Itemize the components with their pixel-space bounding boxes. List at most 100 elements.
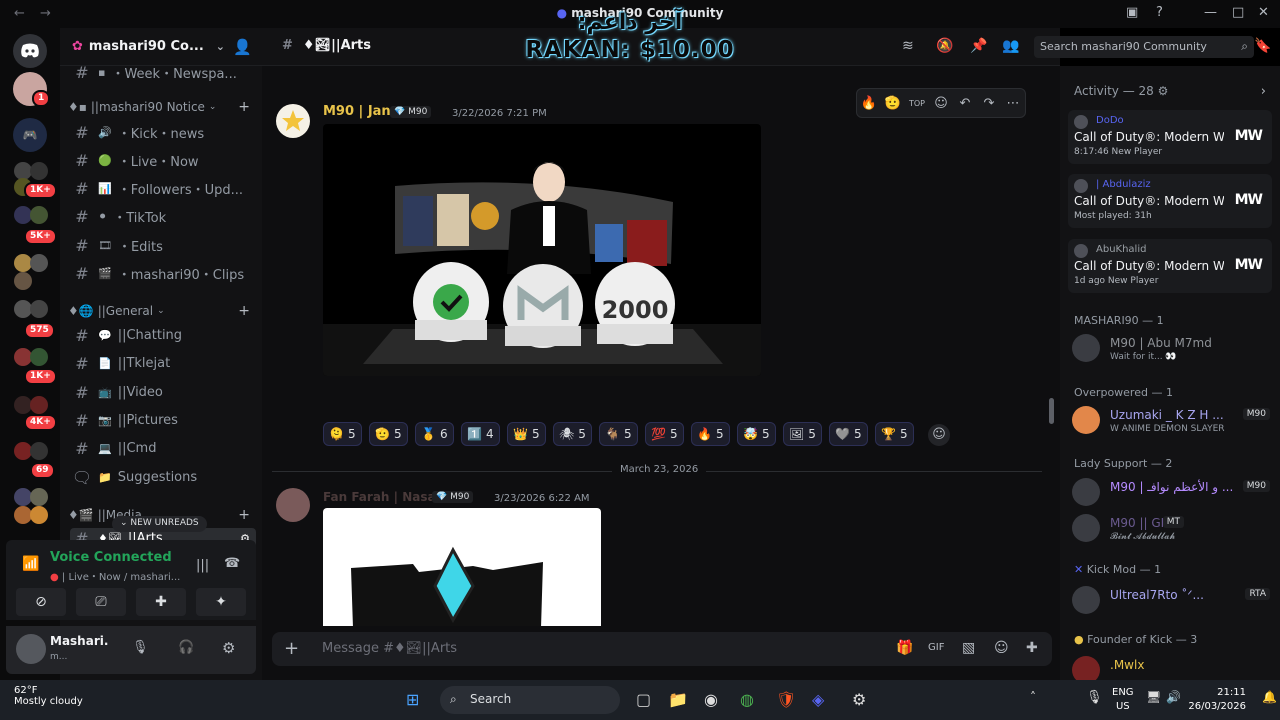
channel-chatting[interactable]: # 💬 ||Chatting <box>70 323 256 347</box>
chrome-icon[interactable]: ◍ <box>740 690 754 709</box>
channel-week-newspaper[interactable]: # ▪ ・Week・Newspa... <box>70 60 256 84</box>
threads-icon[interactable]: ≋ <box>902 38 914 54</box>
file-explorer-icon[interactable]: 📁 <box>668 690 688 709</box>
channel-live-now[interactable]: # 🟢 ・Live・Now <box>70 148 256 172</box>
microphone-tray-icon[interactable]: 🎙 <box>1086 690 1103 705</box>
clock[interactable]: 21:11 26/03/2026 <box>1188 686 1246 714</box>
language-indicator[interactable]: ENG US <box>1112 686 1134 714</box>
server-icon[interactable] <box>30 206 48 224</box>
microphone-icon[interactable]: 🎙 <box>132 640 149 655</box>
search-input[interactable]: Search mashari90 Community ⌕ <box>1034 36 1254 58</box>
reaction-chip[interactable]: 🕷 5 <box>553 422 592 446</box>
server-icon[interactable] <box>30 300 48 318</box>
tray-chevron-icon[interactable]: ˄ <box>1030 690 1036 704</box>
member-item[interactable]: M90 || GH 𝓑𝓲𝓷𝓽 𝓐𝓫𝓭𝓾𝓵𝓵𝓪𝓱 MT <box>1072 512 1276 548</box>
screen-share-button[interactable]: ⎚ <box>76 588 126 616</box>
reaction-chip[interactable]: 🏆 5 <box>875 422 914 446</box>
channel-pictures[interactable]: # 📷 ||Pictures <box>70 408 256 432</box>
channel-kick-news[interactable]: # 🔊 ・Kick・news <box>70 120 256 144</box>
gif-icon[interactable]: GIF <box>928 642 944 653</box>
forward-icon[interactable]: ↷ <box>977 96 1001 111</box>
steam-icon[interactable]: ⚙ <box>852 690 866 709</box>
activity-card[interactable]: AbuKhalid Call of Duty®: Modern Warf... … <box>1068 239 1272 293</box>
channel-tiktok[interactable]: # ⚫ ・TikTok <box>70 204 256 228</box>
reaction-chip[interactable]: 🫠 5 <box>323 422 362 446</box>
message-image[interactable] <box>323 508 601 626</box>
server-icon[interactable] <box>30 396 48 414</box>
more-options-icon[interactable]: ⋯ <box>1001 96 1025 111</box>
inbox-icon[interactable]: ▣ <box>1126 5 1138 20</box>
windows-start-icon[interactable]: ⊞ <box>406 690 419 709</box>
member-item[interactable]: Ultreal7Rto ˚ᐟ... RTA <box>1072 584 1276 620</box>
server-icon[interactable] <box>30 506 48 524</box>
category-notice[interactable]: ♦▪ ||mashari90 Notice ⌄ + <box>68 98 254 116</box>
reply-icon[interactable]: ↶ <box>953 96 977 111</box>
channel-tklejat[interactable]: # 📄 ||Tklejat <box>70 351 256 375</box>
server-icon[interactable] <box>30 348 48 366</box>
add-attachment-icon[interactable]: + <box>284 638 299 659</box>
reaction-chip[interactable]: 👑 5 <box>507 422 546 446</box>
discord-taskbar-icon[interactable]: ◈ <box>812 690 824 709</box>
settings-icon[interactable]: ⚙ <box>1158 84 1169 98</box>
obs-icon[interactable]: ◉ <box>704 690 718 709</box>
channel-video[interactable]: # 📺 ||Video <box>70 380 256 404</box>
activity-card[interactable]: DoDo Call of Duty®: Modern Warf... 8:17:… <box>1068 110 1272 164</box>
inbox-bookmark-icon[interactable]: 🔖 <box>1254 38 1271 54</box>
brave-icon[interactable]: 🛡 <box>776 690 796 709</box>
disconnect-icon[interactable]: ☎ <box>224 556 240 571</box>
notifications-icon[interactable]: 🔔 <box>1262 690 1277 704</box>
noise-suppression-icon[interactable]: ||| <box>196 558 209 573</box>
server-icon[interactable] <box>30 442 48 460</box>
network-icon[interactable]: 🖥 <box>1146 690 1161 704</box>
salute-reaction-icon[interactable]: 🫡 <box>881 96 905 111</box>
add-channel-icon[interactable]: + <box>238 99 250 115</box>
top-reaction-icon[interactable]: TOP <box>905 99 929 108</box>
server-icon[interactable] <box>14 272 32 290</box>
member-item[interactable]: M90 | Abu M7md Wait for it... 👀 <box>1072 332 1276 368</box>
reaction-chip[interactable]: 🔥 5 <box>691 422 730 446</box>
member-item[interactable]: .Mwlx <box>1072 654 1276 680</box>
server-icon[interactable] <box>30 254 48 272</box>
chevron-right-icon[interactable]: › <box>1261 84 1266 99</box>
voice-channel[interactable]: ● | Live・Now / mashari... <box>50 568 180 583</box>
soundboard-button[interactable]: ✦ <box>196 588 246 616</box>
gift-icon[interactable]: 🎁 <box>896 640 913 656</box>
task-view-icon[interactable]: ▢ <box>636 690 651 709</box>
message-author[interactable]: Fan Farah | Nasaal <box>323 490 448 504</box>
user-name[interactable]: Mashari. <box>50 634 108 648</box>
signal-icon[interactable]: 📶 <box>22 556 39 572</box>
weather-widget[interactable]: 62°F Mostly cloudy <box>14 685 83 707</box>
reaction-chip[interactable]: 🩶 5 <box>829 422 868 446</box>
add-reaction-icon[interactable]: ☺ <box>928 424 950 446</box>
channel-suggestions[interactable]: 🗨 📁 Suggestions <box>70 465 256 489</box>
reaction-chip[interactable]: 1️⃣ 4 <box>461 422 500 446</box>
invite-icon[interactable]: 👤 <box>233 38 252 56</box>
discord-home-icon[interactable] <box>13 34 47 68</box>
member-item[interactable]: M90 | و الأعظم نوافـ ... M90 <box>1072 476 1276 512</box>
avatar[interactable] <box>276 104 310 138</box>
maximize-icon[interactable]: □ <box>1232 5 1244 20</box>
message-image[interactable]: 2000 <box>323 124 761 376</box>
volume-icon[interactable]: 🔊 <box>1166 690 1181 704</box>
add-channel-icon[interactable]: + <box>238 507 250 523</box>
channel-cmd[interactable]: # 💻 ||Cmd <box>70 436 256 460</box>
reaction-chip[interactable]: 🖼 5 <box>783 422 822 446</box>
message-input[interactable]: + Message #♦🏞||Arts 🎁 GIF ▧ ☺ ✚ <box>272 632 1052 666</box>
pin-icon[interactable]: 📌 <box>970 38 987 54</box>
channel-clips[interactable]: # 🎬 ・mashari90・Clips <box>70 261 256 285</box>
channel-followers-updates[interactable]: # 📊 ・Followers・Upd... <box>70 176 256 200</box>
add-channel-icon[interactable]: + <box>238 303 250 319</box>
activities-button[interactable]: ✚ <box>136 588 186 616</box>
reaction-chip[interactable]: 🥇 6 <box>415 422 454 446</box>
activity-card[interactable]: | Abdulaziz Call of Duty®: Modern Warf..… <box>1068 174 1272 228</box>
activity-header[interactable]: Activity — 28 ⚙ <box>1074 84 1168 98</box>
apps-icon[interactable]: ✚ <box>1026 640 1038 656</box>
avatar[interactable] <box>276 488 310 522</box>
message-author[interactable]: M90 | Jana <box>323 104 399 119</box>
reaction-chip[interactable]: 🫡 5 <box>369 422 408 446</box>
minimize-icon[interactable]: — <box>1204 5 1217 20</box>
member-list-icon[interactable]: 👥 <box>1002 38 1019 54</box>
sticker-icon[interactable]: ▧ <box>962 640 975 656</box>
new-unreads-pill[interactable]: ⌄ NEW UNREADS <box>112 516 207 532</box>
notification-muted-icon[interactable]: 🔕 <box>936 38 953 54</box>
